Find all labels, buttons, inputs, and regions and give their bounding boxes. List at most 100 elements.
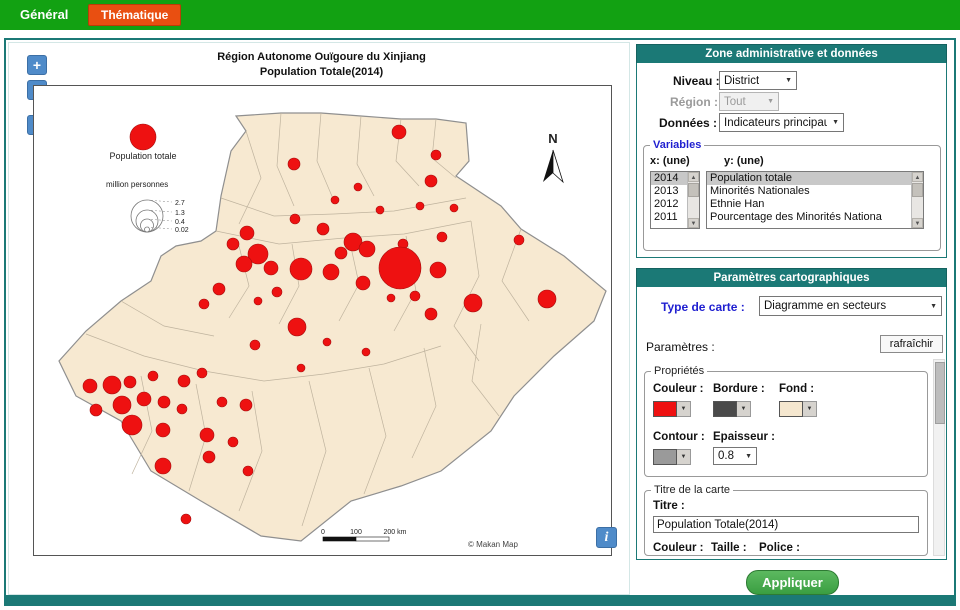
population-bubble[interactable]: [272, 287, 282, 297]
population-bubble[interactable]: [431, 150, 441, 160]
population-bubble[interactable]: [425, 308, 437, 320]
population-bubble[interactable]: [124, 376, 136, 388]
population-bubble[interactable]: [317, 223, 329, 235]
population-bubble[interactable]: [203, 451, 215, 463]
population-bubble[interactable]: [450, 204, 458, 212]
population-bubble[interactable]: [376, 206, 384, 214]
list-option[interactable]: 2011: [651, 211, 687, 224]
panel-scrollbar[interactable]: [933, 359, 945, 556]
population-bubble[interactable]: [103, 376, 121, 394]
population-bubble[interactable]: [331, 196, 339, 204]
population-bubble[interactable]: [464, 294, 482, 312]
map-title-input[interactable]: [653, 516, 919, 533]
population-bubble[interactable]: [236, 256, 252, 272]
type-carte-label: Type de carte :: [661, 300, 745, 314]
population-bubble[interactable]: [158, 396, 170, 408]
scroll-thumb[interactable]: [688, 183, 699, 197]
population-bubble[interactable]: [430, 262, 446, 278]
scroll-up-icon[interactable]: ▲: [912, 172, 923, 182]
population-bubble[interactable]: [217, 397, 227, 407]
population-bubble[interactable]: [240, 226, 254, 240]
fond-picker[interactable]: ▼: [779, 401, 817, 417]
population-bubble[interactable]: [362, 348, 370, 356]
list-option[interactable]: Pourcentage des Minorités Nationa: [707, 211, 911, 224]
y-list-scrollbar[interactable]: ▲ ▼: [911, 172, 923, 228]
population-bubble[interactable]: [181, 514, 191, 524]
refresh-button[interactable]: rafraîchir: [880, 335, 943, 353]
population-bubble[interactable]: [335, 247, 347, 259]
population-bubble[interactable]: [379, 247, 421, 289]
population-bubble[interactable]: [288, 318, 306, 336]
population-bubble[interactable]: [197, 368, 207, 378]
panel-scroll-thumb[interactable]: [935, 362, 945, 424]
population-bubble[interactable]: [240, 399, 252, 411]
population-bubble[interactable]: [83, 379, 97, 393]
list-option[interactable]: 2014: [651, 172, 687, 185]
list-option[interactable]: Minorités Nationales: [707, 185, 911, 198]
population-bubble[interactable]: [227, 238, 239, 250]
population-bubble[interactable]: [137, 392, 151, 406]
tab-thematique[interactable]: Thématique: [88, 4, 181, 26]
population-bubble[interactable]: [297, 364, 305, 372]
epaisseur-select[interactable]: 0.8▼: [713, 447, 757, 465]
scroll-thumb[interactable]: [912, 183, 923, 197]
scroll-down-icon[interactable]: ▼: [912, 218, 923, 228]
population-bubble[interactable]: [90, 404, 102, 416]
couleur-picker[interactable]: ▼: [653, 401, 691, 417]
population-bubble[interactable]: [410, 291, 420, 301]
population-bubble[interactable]: [228, 437, 238, 447]
population-bubble[interactable]: [290, 258, 312, 280]
population-bubble[interactable]: [113, 396, 131, 414]
info-button[interactable]: i: [596, 527, 617, 548]
type-carte-select[interactable]: Diagramme en secteurs▼: [759, 296, 942, 316]
population-bubble[interactable]: [288, 158, 300, 170]
population-bubble[interactable]: [199, 299, 209, 309]
region-select[interactable]: Tout▼: [719, 92, 779, 111]
bordure-picker[interactable]: ▼: [713, 401, 751, 417]
niveau-select[interactable]: District▼: [719, 71, 797, 90]
list-option[interactable]: Ethnie Han: [707, 198, 911, 211]
population-bubble[interactable]: [323, 264, 339, 280]
population-bubble[interactable]: [156, 423, 170, 437]
population-bubble[interactable]: [425, 175, 437, 187]
scroll-down-icon[interactable]: ▼: [688, 218, 699, 228]
contour-picker[interactable]: ▼: [653, 449, 691, 465]
population-bubble[interactable]: [354, 183, 362, 191]
population-bubble[interactable]: [437, 232, 447, 242]
population-bubble[interactable]: [538, 290, 556, 308]
population-bubble[interactable]: [356, 276, 370, 290]
population-bubble[interactable]: [254, 297, 262, 305]
population-bubble[interactable]: [200, 428, 214, 442]
population-bubble[interactable]: [264, 261, 278, 275]
population-bubble[interactable]: [148, 371, 158, 381]
list-option[interactable]: 2013: [651, 185, 687, 198]
population-bubble[interactable]: [250, 340, 260, 350]
donnees-label: Données :: [659, 116, 717, 130]
x-list-scrollbar[interactable]: ▲ ▼: [687, 172, 699, 228]
population-bubble[interactable]: [359, 241, 375, 257]
scroll-track[interactable]: [912, 182, 923, 218]
scroll-up-icon[interactable]: ▲: [688, 172, 699, 182]
population-bubble[interactable]: [323, 338, 331, 346]
scroll-track[interactable]: [688, 182, 699, 218]
population-bubble[interactable]: [387, 294, 395, 302]
population-bubble[interactable]: [290, 214, 300, 224]
population-bubble[interactable]: [177, 404, 187, 414]
population-bubble[interactable]: [178, 375, 190, 387]
population-bubble[interactable]: [122, 415, 142, 435]
population-bubble[interactable]: [514, 235, 524, 245]
y-listbox[interactable]: Population totaleMinorités NationalesEth…: [706, 171, 924, 229]
apply-button[interactable]: Appliquer: [746, 570, 839, 595]
population-bubble[interactable]: [416, 202, 424, 210]
x-listbox[interactable]: 2014201320122011 ▲ ▼: [650, 171, 700, 229]
tab-general[interactable]: Général: [20, 0, 68, 30]
list-option[interactable]: Population totale: [707, 172, 911, 185]
population-bubble[interactable]: [392, 125, 406, 139]
population-bubble[interactable]: [213, 283, 225, 295]
donnees-select[interactable]: Indicateurs principaux▼: [719, 113, 844, 132]
list-option[interactable]: 2012: [651, 198, 687, 211]
map-canvas[interactable]: Population totale million personnes 2.71…: [34, 86, 611, 555]
population-bubble[interactable]: [243, 466, 253, 476]
region-polygon[interactable]: [59, 113, 606, 541]
population-bubble[interactable]: [155, 458, 171, 474]
